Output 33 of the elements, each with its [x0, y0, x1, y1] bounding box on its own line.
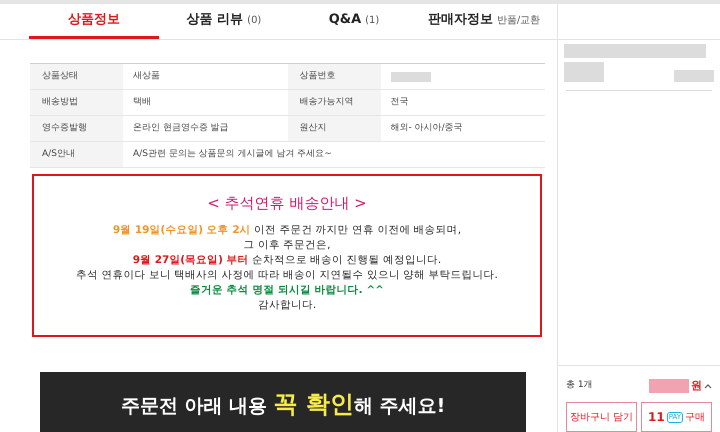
chevron-up-icon[interactable] — [704, 382, 712, 389]
redacted-block — [390, 72, 430, 82]
notice-line: 9월 19일(수요일) 오후 2시 이전 주문건 까지만 연휴 이전에 배송되며, — [112, 222, 462, 238]
tab[interactable]: 상품 리뷰 (0) — [159, 4, 289, 39]
redacted-block — [564, 62, 604, 82]
table-label: 배송가능지역 — [288, 90, 380, 115]
tab[interactable]: 판매자정보 반품/교환 — [419, 4, 549, 39]
table-label: 배송방법 — [30, 90, 123, 115]
table-label: A/S안내 — [30, 142, 123, 167]
notice-line: 즐거운 추석 명절 되시길 바랍니다. ^^ — [190, 282, 384, 298]
quantity-text: 총 1개 — [566, 379, 593, 392]
notice-line: 그 이후 주문건은, — [243, 238, 330, 252]
table-value: 전국 — [390, 96, 408, 109]
tab[interactable]: Q&A (1) — [289, 4, 419, 39]
notice-line: 감사합니다. — [258, 298, 316, 312]
notice-title: < 추석연휴 배송안내 > — [207, 193, 367, 214]
notice-line: 추석 연휴이다 보니 택배사의 사정에 따라 배송이 지연될수 있으니 양해 부탁드립니다. — [76, 268, 498, 282]
table-label: 상품상태 — [30, 64, 123, 89]
currency-text: 원 — [691, 378, 702, 394]
redacted-block — [674, 70, 714, 82]
redacted-price — [649, 378, 689, 393]
table-value: A/S관련 문의는 상품문의 게시글에 남겨 주세요~ — [133, 148, 332, 161]
table-value: 새상품 — [133, 70, 160, 83]
table-value: 해외- 아시아/중국 — [390, 122, 463, 135]
cart-button[interactable]: 장바구니 담기 — [566, 402, 637, 432]
table-value: 택배 — [133, 96, 151, 109]
table-label: 영수증발행 — [30, 116, 123, 141]
banner-text: 주문전 아래 내용 꼭 확인해 주세요! — [120, 389, 446, 420]
notice-line: 9월 27일(목요일) 부터 순차적으로 배송이 진행될 예정입니다. — [132, 252, 442, 268]
tab[interactable]: 상품정보 — [29, 4, 159, 39]
table-value: 온라인 현금영수증 발급 — [133, 122, 229, 135]
table-label: 상품번호 — [288, 64, 380, 89]
table-label: 원산지 — [288, 116, 380, 141]
